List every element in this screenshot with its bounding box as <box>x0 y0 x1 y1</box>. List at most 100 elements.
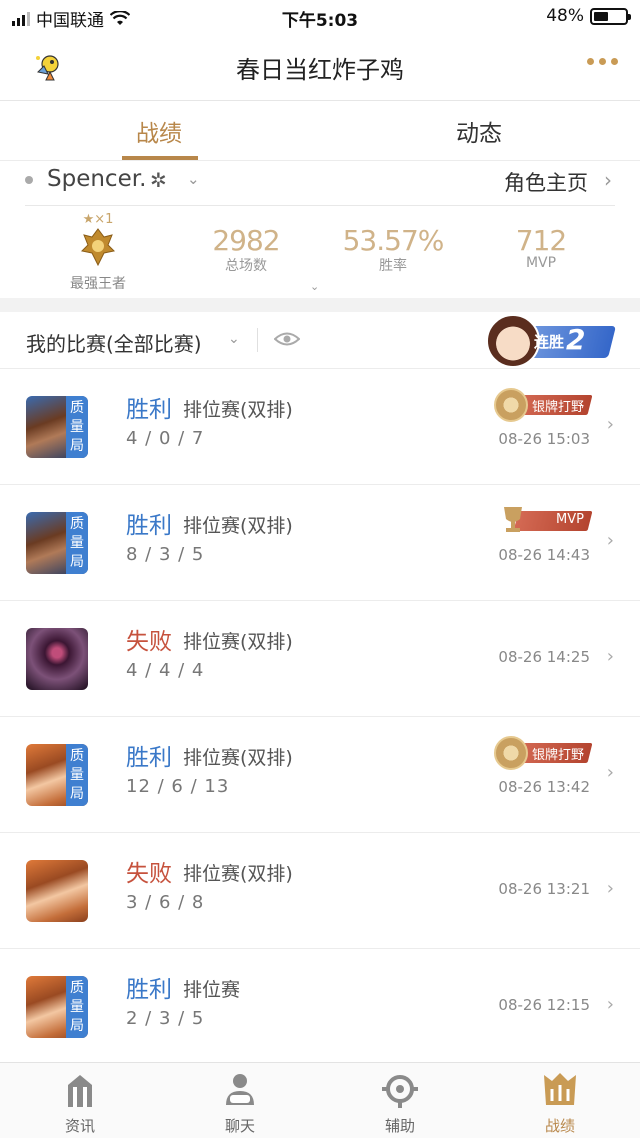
status-bar: 中国联通 下午5:03 48% <box>0 0 640 32</box>
hero-avatar <box>26 860 88 922</box>
rank-block[interactable]: ★×1 最强王者 <box>60 212 136 293</box>
match-row[interactable]: 质量局 胜利 排位赛(双排) 12 / 6 / 13 银牌打野 08-26 13:42 › <box>0 716 640 833</box>
bottom-nav-label: 资讯 <box>64 1117 95 1135</box>
quality-match-tag: 质量局 <box>66 744 88 806</box>
match-mode: 排位赛(双排) <box>183 747 293 769</box>
match-result: 失败 <box>126 629 172 655</box>
stat-mvp: 712 MVP <box>481 224 601 271</box>
match-mode: 排位赛 <box>183 979 241 1001</box>
more-menu-icon[interactable] <box>587 58 618 65</box>
quality-match-tag: 质量局 <box>66 976 88 1038</box>
quality-match-tag: 质量局 <box>66 512 88 574</box>
tab-bar: 战绩 动态 <box>0 100 640 161</box>
match-mode: 排位赛(双排) <box>183 863 293 885</box>
king-rank-emblem-icon <box>80 228 116 267</box>
match-result: 胜利 <box>126 513 172 539</box>
bottom-nav-label: 战绩 <box>544 1117 575 1135</box>
streak-count: 2 <box>566 323 586 356</box>
medal-icon <box>494 388 528 422</box>
rank-label: 最强王者 <box>70 276 126 292</box>
stat-total-games: 2982 总场数 <box>186 224 306 275</box>
match-result: 失败 <box>126 861 172 887</box>
badge-label: 银牌打野 <box>531 400 584 415</box>
bottom-nav-label: 辅助 <box>384 1117 415 1135</box>
match-kda: 8 / 3 / 5 <box>126 544 205 565</box>
news-icon <box>68 1075 92 1107</box>
tab-record[interactable]: 战绩 <box>136 114 182 148</box>
badge-label: 银牌打野 <box>531 748 584 763</box>
page-title: 春日当红炸子鸡 <box>236 56 404 84</box>
tab-feed[interactable]: 动态 <box>456 114 502 148</box>
hero-avatar: 质量局 <box>26 744 88 806</box>
profile-row: Spencer. ✲ ⌄ 角色主页 › <box>0 160 640 206</box>
match-time: 08-26 14:25 <box>498 648 590 666</box>
bottom-nav-assist[interactable]: 辅助 <box>350 1071 450 1136</box>
bottom-nav-label: 聊天 <box>224 1117 255 1135</box>
position-badge: 银牌打野 <box>490 388 593 422</box>
match-time: 08-26 13:42 <box>498 778 590 796</box>
medal-icon <box>494 736 528 770</box>
stat-value: 53.57% <box>342 224 445 257</box>
streak-label: 连胜 <box>534 333 565 351</box>
match-result: 胜利 <box>126 977 172 1003</box>
chat-icon <box>226 1074 254 1105</box>
chevron-right-icon: › <box>606 878 614 899</box>
match-kda: 2 / 3 / 5 <box>126 1008 205 1029</box>
match-time: 08-26 12:15 <box>498 996 590 1014</box>
name-decoration-icon: ✲ <box>150 168 167 192</box>
record-icon <box>544 1073 576 1105</box>
chevron-right-icon: › <box>606 646 614 667</box>
my-games-header: 我的比赛(全部比赛) ⌄ 连胜 2 <box>0 312 640 369</box>
streak-character-icon <box>486 314 540 368</box>
match-row[interactable]: 质量局 胜利 排位赛(双排) 8 / 3 / 5 MVP 08-26 14:43 › <box>0 484 640 601</box>
stat-label: MVP <box>525 255 557 271</box>
battery-icon <box>590 7 631 25</box>
bottom-nav-news[interactable]: 资讯 <box>30 1071 130 1136</box>
role-page-link[interactable]: 角色主页 <box>504 167 588 197</box>
hero-avatar: 质量局 <box>26 976 88 1038</box>
bottom-nav-record[interactable]: 战绩 <box>510 1071 610 1136</box>
mvp-badge: MVP <box>490 507 593 532</box>
rank-stars: ★×1 <box>82 212 114 227</box>
quality-match-tag: 质量局 <box>66 396 88 458</box>
player-name[interactable]: Spencer. <box>47 166 146 192</box>
match-time: 08-26 14:43 <box>498 546 590 564</box>
chevron-right-icon: › <box>606 530 614 551</box>
match-row[interactable]: 质量局 胜利 排位赛 2 / 3 / 5 08-26 12:15 › <box>0 948 640 1065</box>
online-status-dot <box>25 176 33 184</box>
match-row[interactable]: 失败 排位赛(双排) 4 / 4 / 4 08-26 14:25 › <box>0 600 640 717</box>
trophy-icon <box>504 507 522 532</box>
expand-stats-icon[interactable]: ⌄ <box>310 280 319 293</box>
position-badge: 银牌打野 <box>490 736 593 770</box>
eye-icon[interactable] <box>274 330 300 348</box>
win-streak-badge: 连胜 2 <box>486 314 616 368</box>
match-mode: 排位赛(双排) <box>183 515 293 537</box>
match-result: 胜利 <box>126 397 172 423</box>
game-filter-label[interactable]: 我的比赛(全部比赛) <box>26 328 202 357</box>
chevron-right-icon[interactable]: › <box>604 168 612 192</box>
match-row[interactable]: 失败 排位赛(双排) 3 / 6 / 8 08-26 13:21 › <box>0 832 640 949</box>
match-mode: 排位赛(双排) <box>183 399 293 421</box>
match-kda: 4 / 4 / 4 <box>126 660 205 681</box>
match-kda: 12 / 6 / 13 <box>126 776 230 797</box>
match-time: 08-26 13:21 <box>498 880 590 898</box>
chevron-down-icon[interactable]: ⌄ <box>228 331 240 347</box>
clock: 下午5:03 <box>281 11 359 31</box>
nav-bar: 春日当红炸子鸡 <box>0 32 640 101</box>
match-result: 胜利 <box>126 745 172 771</box>
chevron-right-icon: › <box>606 414 614 435</box>
match-kda: 4 / 0 / 7 <box>126 428 205 449</box>
hero-avatar: 质量局 <box>26 512 88 574</box>
match-mode: 排位赛(双排) <box>183 631 293 653</box>
chevron-down-icon[interactable]: ⌄ <box>187 170 200 188</box>
stat-label: 胜率 <box>379 258 407 274</box>
chevron-right-icon: › <box>606 994 614 1015</box>
hero-avatar: 质量局 <box>26 396 88 458</box>
stat-label: 总场数 <box>225 258 267 274</box>
divider <box>257 328 258 352</box>
bottom-nav-chat[interactable]: 聊天 <box>190 1071 290 1136</box>
battery-percent: 48% <box>546 6 584 26</box>
match-row[interactable]: 质量局 胜利 排位赛(双排) 4 / 0 / 7 银牌打野 08-26 15:03 › <box>0 368 640 485</box>
match-kda: 3 / 6 / 8 <box>126 892 205 913</box>
stat-value: 712 <box>515 224 567 257</box>
